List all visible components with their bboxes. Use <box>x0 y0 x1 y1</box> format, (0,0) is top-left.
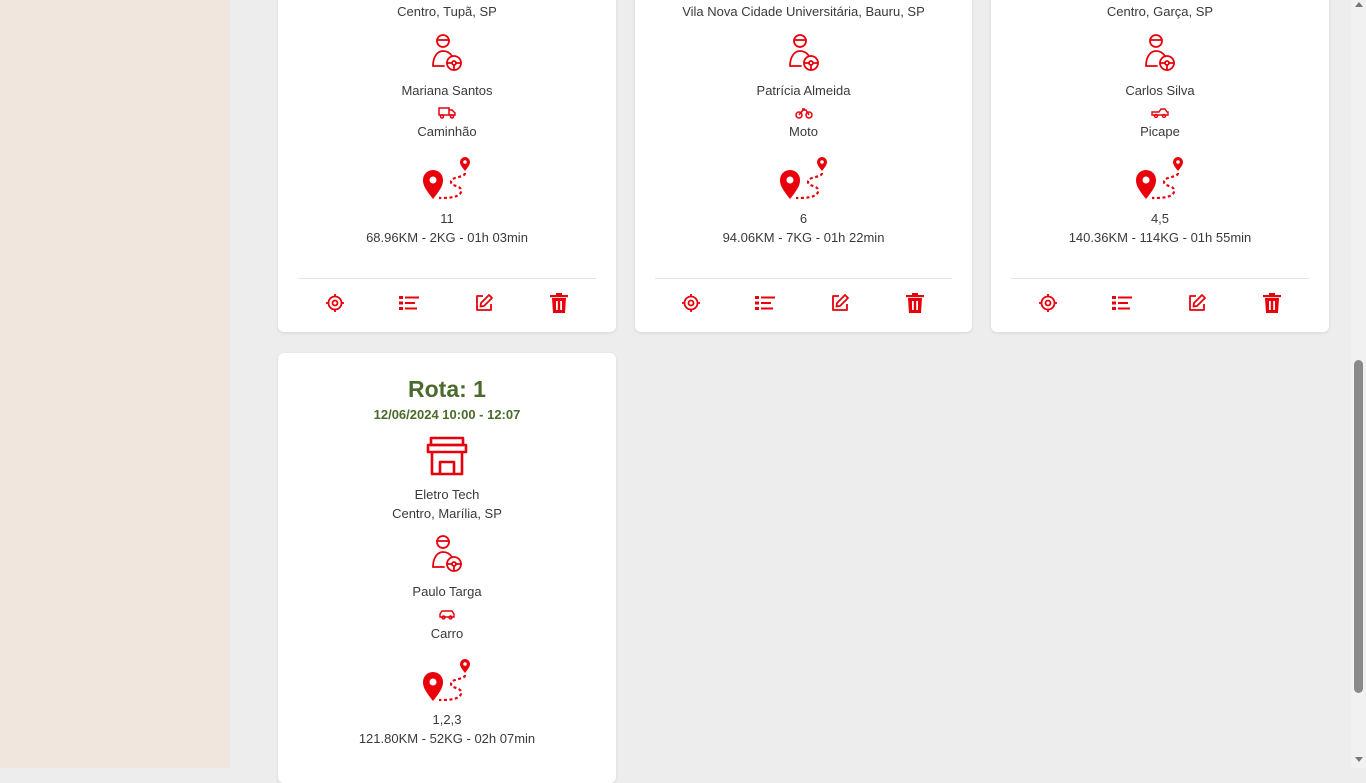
route-map-icon <box>779 157 827 200</box>
driver-icon <box>1145 34 1175 71</box>
motorcycle-icon <box>794 108 813 119</box>
route-card: Rota: 1 12/06/2024 10:00 - 12:07 Eletro … <box>278 353 616 783</box>
driver-name: Paulo Targa <box>412 584 482 599</box>
locate-button[interactable] <box>1033 288 1063 318</box>
edit-icon <box>476 294 493 311</box>
route-summary: 94.06KM - 7KG - 01h 22min <box>722 230 885 245</box>
driver-name: Carlos Silva <box>1125 83 1195 98</box>
locate-icon <box>326 294 344 312</box>
vehicle-type: Picape <box>1140 124 1180 139</box>
route-address: Centro, Tupã, SP <box>397 4 497 19</box>
trash-icon <box>1263 293 1281 313</box>
driver-name: Mariana Santos <box>401 83 493 98</box>
route-card: Centro, Garça, SP Carlos Silva Picape 4,… <box>991 0 1329 332</box>
vehicle-type: Carro <box>430 626 464 641</box>
vehicle-type: Moto <box>789 124 818 139</box>
trash-icon <box>550 293 568 313</box>
route-summary: 68.96KM - 2KG - 01h 03min <box>366 230 528 245</box>
list-icon <box>755 296 775 310</box>
list-icon <box>1112 296 1132 310</box>
locate-icon <box>682 294 700 312</box>
locate-button[interactable] <box>320 288 350 318</box>
route-map-icon <box>423 659 470 702</box>
route-summary: 140.36KM - 114KG - 01h 55min <box>1068 230 1252 245</box>
route-title: Rota: 1 <box>408 376 486 402</box>
route-address: Centro, Garça, SP <box>1106 4 1214 19</box>
delete-button[interactable] <box>544 288 574 318</box>
route-map-icon <box>1136 157 1183 200</box>
store-icon <box>426 436 468 476</box>
scroll-up-arrow-icon[interactable] <box>1355 2 1363 7</box>
vehicle-type: Caminhão <box>417 124 477 139</box>
edit-icon <box>832 294 849 311</box>
driver-icon <box>788 34 819 71</box>
trash-icon <box>906 293 924 313</box>
divider <box>655 278 952 279</box>
truck-icon <box>438 107 456 119</box>
locate-button[interactable] <box>676 288 706 318</box>
route-address: Vila Nova Cidade Universitária, Bauru, S… <box>682 4 925 19</box>
route-card: Vila Nova Cidade Universitária, Bauru, S… <box>635 0 972 332</box>
list-button[interactable] <box>750 288 780 318</box>
edit-button[interactable] <box>1182 288 1212 318</box>
driver-name: Patrícia Almeida <box>756 83 851 98</box>
scroll-thumb[interactable] <box>1354 360 1363 693</box>
list-icon <box>399 296 419 310</box>
order-numbers: 1,2,3 <box>432 712 462 727</box>
driver-icon <box>432 535 462 572</box>
delete-button[interactable] <box>900 288 930 318</box>
divider <box>1011 278 1309 279</box>
order-numbers: 4,5 <box>1150 211 1170 226</box>
delete-button[interactable] <box>1257 288 1287 318</box>
scrollbar[interactable] <box>1351 0 1366 768</box>
divider <box>298 278 596 279</box>
order-numbers: 6 <box>799 211 808 226</box>
route-card: Centro, Tupã, SP Mariana Santos Caminhão… <box>278 0 616 332</box>
route-summary: 121.80KM - 52KG - 02h 07min <box>358 731 536 746</box>
scroll-down-arrow-icon[interactable] <box>1355 757 1363 762</box>
list-button[interactable] <box>394 288 424 318</box>
route-datetime: 12/06/2024 10:00 - 12:07 <box>373 407 521 422</box>
car-icon <box>439 610 455 620</box>
pickup-icon <box>1151 108 1169 118</box>
route-address: Centro, Marília, SP <box>392 506 502 521</box>
store-name: Eletro Tech <box>414 487 480 502</box>
edit-button[interactable] <box>825 288 855 318</box>
edit-icon <box>1189 294 1206 311</box>
edit-button[interactable] <box>469 288 499 318</box>
list-button[interactable] <box>1107 288 1137 318</box>
order-numbers: 11 <box>440 211 454 226</box>
locate-icon <box>1039 294 1057 312</box>
driver-icon <box>432 34 462 71</box>
route-map-icon <box>423 157 470 200</box>
sidebar <box>0 0 230 768</box>
